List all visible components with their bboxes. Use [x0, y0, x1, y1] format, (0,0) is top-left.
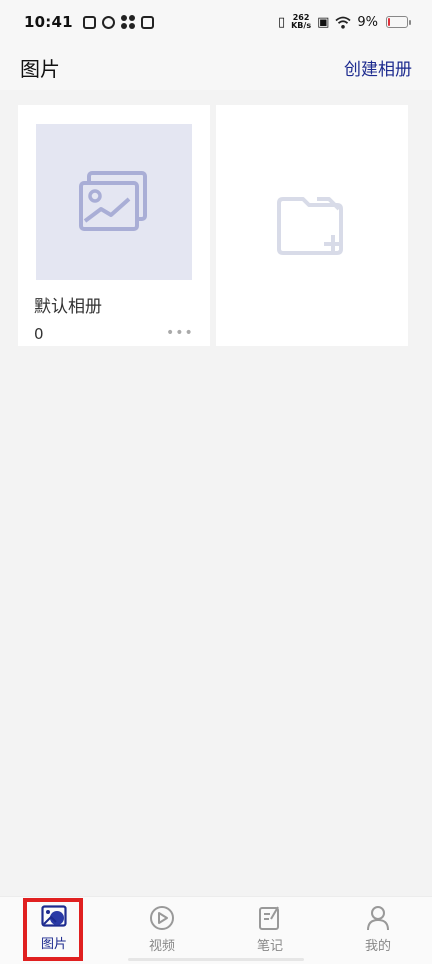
add-folder-icon	[277, 196, 343, 255]
add-album-card[interactable]	[216, 105, 408, 346]
status-bar: 10:41 ▯ 262 KB/s ▣ 9%	[0, 0, 432, 44]
nav-label-videos: 视频	[148, 939, 175, 954]
status-left: 10:41	[24, 13, 154, 31]
battery-level	[388, 18, 390, 26]
nav-label-profile: 我的	[364, 939, 391, 954]
create-album-button[interactable]: 创建相册	[344, 55, 412, 80]
network-speed: 262 KB/s	[291, 14, 311, 30]
wifi-icon	[335, 16, 351, 29]
nav-item-videos[interactable]: 视频	[108, 897, 216, 964]
image-placeholder-icon	[79, 171, 147, 231]
note-icon	[259, 906, 279, 930]
sim-icon: ▣	[317, 14, 330, 30]
more-options-icon[interactable]: •••	[166, 325, 194, 341]
album-count: 0	[34, 325, 44, 343]
mail-icon	[140, 15, 154, 29]
album-card-default[interactable]: 默认相册 0 •••	[18, 105, 210, 346]
album-name: 默认相册	[34, 297, 102, 317]
clover-icon	[120, 15, 135, 29]
battery-icon	[386, 16, 411, 28]
app-notification-icon	[101, 15, 115, 29]
status-time: 10:41	[24, 13, 73, 31]
nav-label-notes: 笔记	[256, 939, 283, 954]
home-indicator	[128, 958, 304, 961]
bottom-nav: 图片 视频 笔记 我的	[0, 896, 432, 964]
album-thumbnail	[36, 124, 192, 280]
play-icon	[150, 906, 174, 930]
album-grid: 默认相册 0 •••	[18, 105, 408, 346]
battery-percent: 9%	[357, 14, 378, 30]
nav-item-profile[interactable]: 我的	[324, 897, 432, 964]
user-icon	[367, 906, 389, 931]
status-right: ▯ 262 KB/s ▣ 9%	[277, 14, 411, 30]
message-icon	[82, 15, 96, 29]
app-header: 图片 创建相册	[0, 44, 432, 90]
vibrate-icon: ▯	[277, 14, 286, 30]
nav-item-notes[interactable]: 笔记	[216, 897, 324, 964]
network-speed-unit: KB/s	[291, 21, 312, 30]
selection-highlight-frame	[23, 898, 83, 961]
page-title: 图片	[20, 56, 60, 81]
